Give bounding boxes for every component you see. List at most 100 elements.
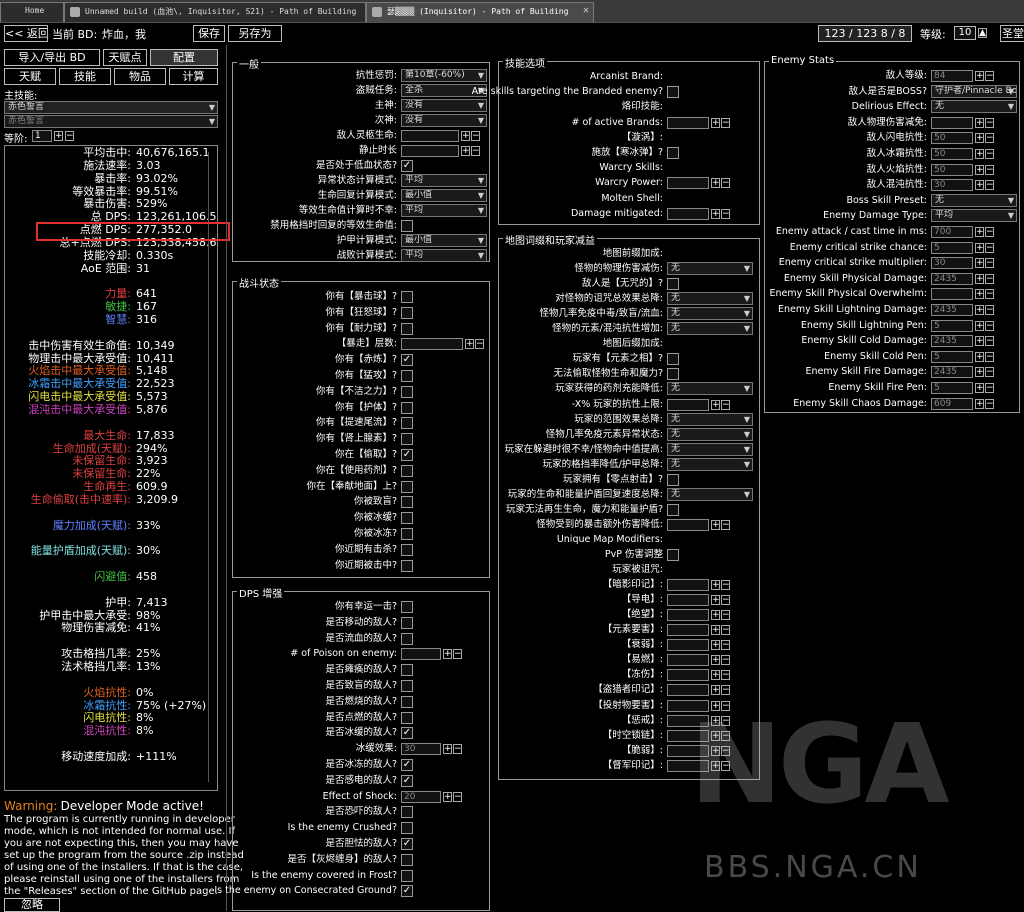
option-input[interactable] <box>401 145 459 157</box>
skill-level-input[interactable]: 1 <box>32 130 52 142</box>
option-input[interactable]: 50 <box>931 132 973 145</box>
option-dropdown[interactable]: 平均 ▼ <box>931 209 1017 223</box>
decrement-button[interactable]: − <box>721 580 730 591</box>
decrement-button[interactable]: − <box>985 227 994 237</box>
option-checkbox[interactable] <box>667 549 679 561</box>
decrement-button[interactable]: − <box>453 649 462 660</box>
decrement-button[interactable]: − <box>985 273 994 284</box>
option-input[interactable] <box>667 654 709 667</box>
option-checkbox[interactable] <box>401 464 413 477</box>
increment-button[interactable]: + <box>975 180 984 191</box>
option-input[interactable]: 50 <box>931 148 973 160</box>
option-input[interactable]: 30 <box>401 743 441 756</box>
option-checkbox[interactable]: ✓ <box>401 759 413 771</box>
increment-button[interactable]: + <box>711 640 720 651</box>
option-dropdown[interactable]: 无 ▼ <box>667 262 753 276</box>
option-input[interactable] <box>667 177 709 190</box>
decrement-button[interactable]: − <box>721 640 730 651</box>
option-dropdown[interactable]: 守护者/Pinnacle Bo ▼ <box>931 84 1017 98</box>
increment-button[interactable]: + <box>975 383 984 393</box>
decrement-button[interactable]: − <box>471 146 480 156</box>
increment-button[interactable]: + <box>975 289 984 300</box>
option-dropdown[interactable]: 无 ▼ <box>931 193 1017 207</box>
option-input[interactable] <box>667 594 709 607</box>
increment-button[interactable]: + <box>461 146 470 156</box>
decrement-button[interactable]: − <box>985 305 994 315</box>
option-checkbox[interactable] <box>401 869 413 882</box>
option-checkbox[interactable] <box>401 601 413 613</box>
option-input[interactable]: 5 <box>931 350 973 363</box>
increment-button[interactable]: + <box>461 131 470 141</box>
option-checkbox[interactable]: ✓ <box>401 885 413 898</box>
decrement-button[interactable]: − <box>721 655 730 666</box>
increment-button[interactable]: + <box>975 398 984 409</box>
option-checkbox[interactable]: ✓ <box>401 774 413 787</box>
option-input[interactable] <box>667 624 709 637</box>
option-input[interactable]: 20 <box>401 790 441 803</box>
option-checkbox[interactable] <box>401 822 413 835</box>
option-checkbox[interactable]: ✓ <box>401 449 413 461</box>
increment-button[interactable]: + <box>443 744 452 755</box>
decrement-button[interactable]: − <box>985 133 994 144</box>
option-input[interactable] <box>667 116 709 129</box>
option-input[interactable]: 5 <box>931 319 973 332</box>
option-checkbox[interactable] <box>401 806 413 819</box>
option-input[interactable]: 5 <box>931 241 973 254</box>
option-input[interactable] <box>667 398 709 411</box>
level-input[interactable]: 10 <box>954 26 976 40</box>
option-checkbox[interactable] <box>401 543 413 556</box>
decrement-button[interactable]: − <box>721 399 730 410</box>
skill-level-plus[interactable]: + <box>54 131 63 141</box>
increment-button[interactable]: + <box>975 227 984 237</box>
option-checkbox[interactable] <box>401 711 413 724</box>
option-input[interactable] <box>667 609 709 622</box>
option-checkbox[interactable]: ✓ <box>401 727 413 740</box>
decrement-button[interactable]: − <box>475 339 484 350</box>
option-checkbox[interactable] <box>401 512 413 525</box>
decrement-button[interactable]: − <box>985 289 994 300</box>
decrement-button[interactable]: − <box>985 320 994 331</box>
import-export-button[interactable]: 导入/导出 BD <box>4 49 100 66</box>
tab-home[interactable]: Home <box>0 2 64 22</box>
decrement-button[interactable]: − <box>985 367 994 378</box>
option-input[interactable]: 50 <box>931 163 973 176</box>
save-as-button[interactable]: 另存为 <box>228 25 282 42</box>
increment-button[interactable]: + <box>443 791 452 802</box>
option-checkbox[interactable] <box>667 473 679 486</box>
decrement-button[interactable]: − <box>985 351 994 362</box>
level-spin-up[interactable]: ▲ <box>978 28 987 38</box>
sub-skill-select[interactable]: 赤色誓言 ▼ <box>4 115 218 128</box>
increment-button[interactable]: + <box>711 399 720 410</box>
increment-button[interactable]: + <box>975 117 984 128</box>
tab-skills[interactable]: 技能 <box>59 68 111 85</box>
increment-button[interactable]: + <box>711 670 720 681</box>
increment-button[interactable]: + <box>975 336 984 347</box>
tab-calc[interactable]: 计算 <box>169 68 218 85</box>
ignore-button[interactable]: 忽略 <box>4 898 60 912</box>
option-checkbox[interactable] <box>667 147 679 159</box>
option-dropdown[interactable]: 最小值 ▼ <box>401 234 487 247</box>
decrement-button[interactable]: − <box>985 242 994 253</box>
option-checkbox[interactable] <box>401 632 413 645</box>
option-input[interactable] <box>401 130 459 142</box>
option-dropdown[interactable]: 无 ▼ <box>667 457 753 471</box>
option-checkbox[interactable] <box>401 385 413 398</box>
decrement-button[interactable]: − <box>985 383 994 393</box>
decrement-button[interactable]: − <box>985 117 994 128</box>
decrement-button[interactable]: − <box>985 71 994 81</box>
option-checkbox[interactable] <box>401 417 413 430</box>
option-input[interactable]: 700 <box>931 226 973 238</box>
option-dropdown[interactable]: 无 ▼ <box>667 412 753 426</box>
tab-build-1[interactable]: Unnamed build (血池\, Inquisitor, S21) - P… <box>64 2 366 22</box>
current-bd-name[interactable]: 炸血，我 <box>102 26 146 42</box>
increment-button[interactable]: + <box>465 339 474 350</box>
option-checkbox[interactable] <box>667 368 679 381</box>
increment-button[interactable]: + <box>975 149 984 159</box>
decrement-button[interactable]: − <box>721 685 730 696</box>
option-dropdown[interactable]: 无 ▼ <box>667 487 753 501</box>
option-input[interactable] <box>401 648 441 661</box>
option-checkbox[interactable] <box>401 496 413 509</box>
option-input[interactable] <box>931 116 973 129</box>
option-checkbox[interactable] <box>401 433 413 446</box>
option-checkbox[interactable] <box>401 220 413 232</box>
